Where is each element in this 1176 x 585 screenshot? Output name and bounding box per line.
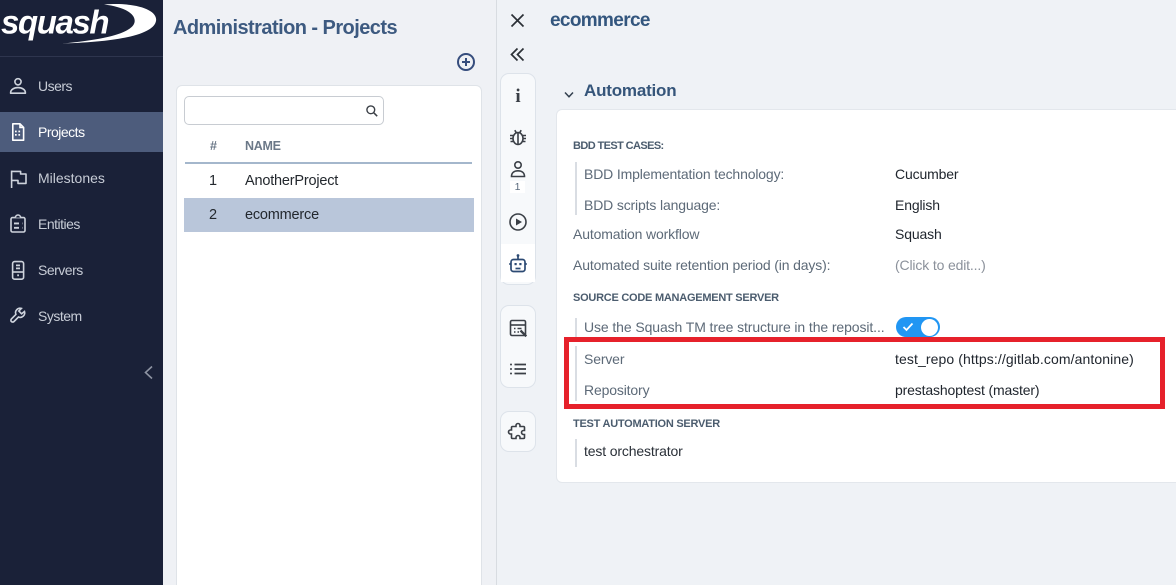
svg-text:squash: squash: [1, 4, 108, 41]
svg-text:i: i: [515, 86, 520, 104]
